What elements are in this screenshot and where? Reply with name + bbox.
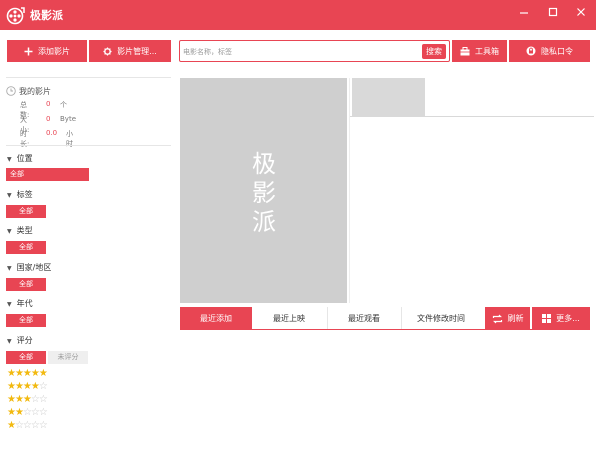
filter-tags-label: 标签 (16, 190, 33, 199)
search-button[interactable]: 搜索 (422, 44, 446, 59)
film-reel-logo-icon (6, 7, 25, 25)
chevron-down-icon: ▼ (7, 192, 12, 199)
poster-title: 极影派 (252, 150, 276, 236)
more-label: 更多... (556, 314, 580, 323)
toolbox-icon (460, 46, 470, 56)
lock-icon (526, 46, 536, 56)
search-box: 搜索 (179, 40, 450, 62)
rating-5-stars[interactable]: ★★★★★ (7, 368, 48, 380)
close-icon (577, 8, 585, 16)
title-bar: 极影派 (0, 0, 596, 30)
sidebar: 我的影片 总数: 0 个 大小: 0 Byte 时长: 0.0 小时 ▼ 位置 全… (0, 74, 173, 449)
filter-tags-title: ▼ 标签 (7, 189, 33, 200)
sort-tabs: 最近添加 最近上映 最近观看 文件修改时间 (180, 307, 480, 330)
tabs-underline (180, 329, 590, 330)
filter-region-title: ▼ 国家/地区 (7, 262, 51, 273)
chevron-down-icon: ▼ (7, 338, 12, 345)
filter-region-all[interactable]: 全部 (6, 278, 46, 291)
toolbox-button[interactable]: 工具箱 (452, 40, 507, 62)
movie-manage-button[interactable]: 影片管理... (89, 40, 171, 62)
divider (6, 77, 171, 78)
thumbnail-placeholder[interactable] (352, 78, 425, 116)
filter-rating-all[interactable]: 全部 (6, 351, 46, 364)
tab-file-modified-time[interactable]: 文件修改时间 (402, 307, 480, 330)
maximize-icon (548, 7, 558, 17)
rating-1-star[interactable]: ★☆☆☆☆ (7, 420, 48, 432)
filter-position-title: ▼ 位置 (7, 153, 33, 164)
rating-3-stars[interactable]: ★★★☆☆ (7, 394, 48, 406)
filter-year-title: ▼ 年代 (7, 298, 33, 309)
tab-recently-released[interactable]: 最近上映 (252, 307, 326, 330)
tab-recently-added[interactable]: 最近添加 (180, 307, 252, 330)
poster-placeholder[interactable]: 极影派 (180, 78, 347, 303)
privacy-password-label: 隐私口令 (541, 46, 573, 56)
filter-type-title: ▼ 类型 (7, 225, 33, 236)
privacy-password-button[interactable]: 隐私口令 (509, 40, 590, 62)
filter-rating-title: ▼ 评分 (7, 335, 33, 346)
clock-icon (6, 86, 16, 96)
rating-2-stars[interactable]: ★★☆☆☆ (7, 407, 48, 419)
rating-4-stars[interactable]: ★★★★☆ (7, 381, 48, 393)
filter-position-label: 位置 (16, 154, 33, 163)
filter-region-label: 国家/地区 (16, 263, 52, 272)
add-movie-button[interactable]: 添加影片 (7, 40, 87, 62)
divider (349, 78, 350, 303)
divider (6, 145, 171, 146)
filter-type-label: 类型 (16, 226, 33, 235)
filter-position-all[interactable]: 全部 (6, 168, 89, 181)
filter-rating-unrated[interactable]: 未评分 (48, 351, 88, 364)
maximize-button[interactable] (543, 5, 563, 23)
stat-count-value: 0 (46, 100, 51, 108)
search-input[interactable] (183, 44, 415, 59)
filter-year-all[interactable]: 全部 (6, 314, 46, 327)
stat-size-unit: Byte (60, 115, 76, 123)
library-title-label: 我的影片 (19, 87, 51, 96)
stat-duration-unit: 小时 (66, 130, 73, 148)
refresh-label: 刷新 (507, 314, 524, 323)
movie-manage-label: 影片管理... (117, 46, 157, 56)
chevron-down-icon: ▼ (7, 228, 12, 235)
chevron-down-icon: ▼ (7, 156, 12, 163)
filter-year-label: 年代 (16, 299, 33, 308)
minimize-button[interactable] (514, 5, 534, 23)
refresh-button[interactable]: 刷新 (485, 307, 530, 330)
toolbox-label: 工具箱 (475, 46, 499, 56)
plus-icon (24, 47, 33, 56)
app-title: 极影派 (30, 9, 63, 22)
tab-recently-watched[interactable]: 最近观看 (328, 307, 400, 330)
filter-rating-label: 评分 (16, 336, 33, 345)
stat-count-unit: 个 (60, 101, 67, 109)
chevron-down-icon: ▼ (7, 301, 12, 308)
filter-tags-all[interactable]: 全部 (6, 205, 46, 218)
stat-duration-value: 0.0 (46, 129, 58, 137)
stat-duration-label: 时长: (20, 130, 30, 148)
library-title: 我的影片 (6, 86, 51, 97)
add-movie-label: 添加影片 (38, 46, 70, 56)
close-button[interactable] (571, 5, 591, 23)
more-button[interactable]: 更多... (532, 307, 590, 330)
minimize-icon (520, 12, 528, 14)
gear-icon (103, 46, 112, 56)
chevron-down-icon: ▼ (7, 265, 12, 272)
grid-icon (542, 314, 552, 323)
refresh-icon (492, 314, 503, 324)
filter-type-all[interactable]: 全部 (6, 241, 46, 254)
stat-size-value: 0 (46, 115, 51, 123)
divider (350, 116, 594, 117)
